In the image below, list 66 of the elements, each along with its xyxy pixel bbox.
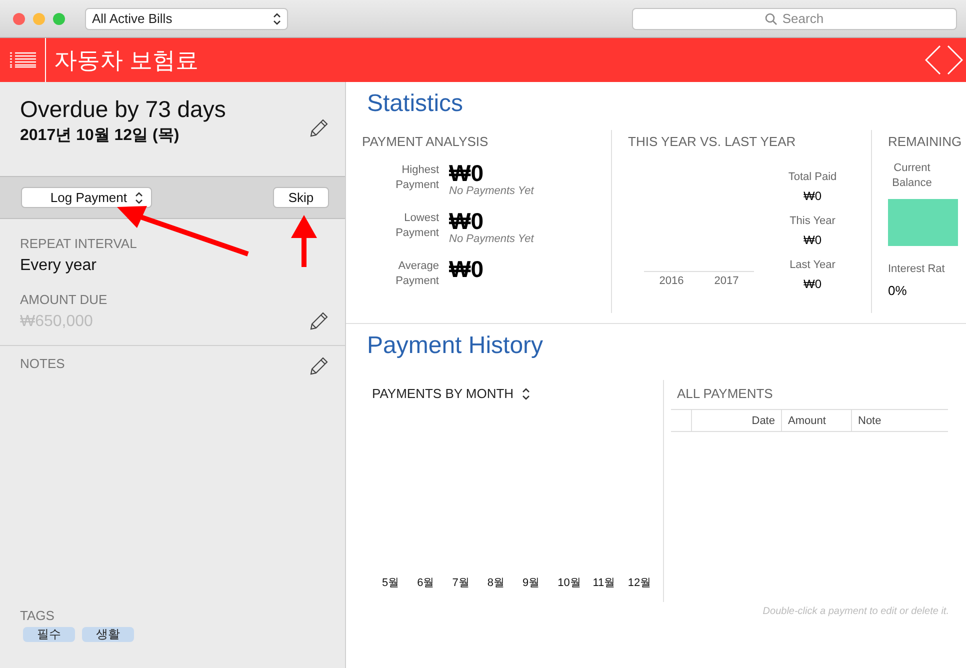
column-title: PAYMENT ANALYSIS — [362, 134, 490, 149]
tag[interactable]: 생활 — [82, 627, 134, 642]
pencil-icon[interactable] — [309, 356, 329, 376]
month-label: 8월 — [487, 576, 506, 590]
stat-label: Highest Payment — [394, 163, 439, 193]
search-field[interactable]: Search — [632, 8, 957, 30]
log-payment-dropdown[interactable]: Log Payment — [21, 187, 152, 208]
stat-value: ₩0 — [449, 257, 484, 281]
close-button[interactable] — [13, 12, 25, 24]
search-placeholder: Search — [782, 11, 824, 26]
annotation-arrow — [290, 214, 318, 267]
tag[interactable]: 필수 — [23, 627, 75, 642]
chevron-right-icon — [947, 45, 963, 75]
field-label: AMOUNT DUE — [20, 292, 108, 307]
column-title: REMAINING — [888, 134, 963, 149]
bill-title: 자동차 보험료 — [54, 46, 200, 74]
stat-value: ₩0 — [804, 277, 822, 291]
stat-value: 0% — [888, 283, 908, 298]
month-label: 11월 — [592, 576, 616, 590]
stat-label: This Year — [790, 215, 836, 227]
stat-label: Average Payment — [394, 259, 439, 289]
menu-icon — [10, 52, 36, 68]
month-label: 5월 — [382, 576, 400, 590]
updown-icon — [135, 192, 143, 204]
column-title: THIS YEAR VS. LAST YEAR — [628, 134, 797, 149]
field-label: REPEAT INTERVAL — [20, 236, 137, 251]
pencil-icon[interactable] — [309, 311, 329, 331]
stat-label: Lowest Payment — [394, 211, 439, 241]
field-label: NOTES — [20, 356, 65, 371]
field-label: TAGS — [20, 608, 56, 623]
column-header[interactable]: Amount — [781, 410, 851, 431]
year-label: 2017 — [714, 275, 739, 287]
skip-button[interactable]: Skip — [273, 187, 329, 208]
year-label: 2016 — [659, 275, 684, 287]
chart-mode-selector[interactable]: PAYMENTS BY MONTH — [372, 386, 663, 401]
updown-icon — [273, 12, 281, 24]
month-label: 6월 — [417, 576, 436, 590]
repeat-interval-value: Every year — [20, 257, 98, 275]
balance-bar — [888, 199, 958, 246]
column-title: ALL PAYMENTS — [677, 386, 774, 401]
month-label: 12월 — [628, 576, 652, 590]
stat-value: ₩0 — [804, 233, 822, 247]
updown-icon — [522, 388, 530, 400]
stat-value: ₩0 — [804, 189, 822, 203]
section-title: Payment History — [366, 331, 544, 360]
stat-label: Last Year — [790, 259, 836, 271]
stat-label: Current Balance — [891, 161, 933, 191]
month-label: 10월 — [558, 576, 582, 590]
month-label: 7월 — [452, 576, 470, 590]
column-header[interactable]: Note — [851, 410, 942, 431]
month-label: 9월 — [522, 576, 541, 590]
search-icon — [765, 12, 778, 24]
hint-text: Double-click a payment to edit or delete it. — [762, 606, 950, 617]
stat-label: Interest Rat — [888, 262, 946, 277]
overdue-status: Overdue by 73 days — [20, 96, 226, 123]
stat-value: ₩0 — [449, 209, 484, 233]
stat-note: No Payments Yet — [449, 185, 534, 197]
bill-filter-dropdown[interactable]: All Active Bills — [85, 8, 288, 30]
section-title: Statistics — [366, 89, 464, 118]
due-date: 2017년 10월 12일 (목) — [20, 126, 180, 146]
column-header[interactable]: Date — [691, 410, 781, 431]
stat-note: No Payments Yet — [449, 233, 534, 245]
stat-label: Total Paid — [788, 171, 837, 183]
stat-value: ₩0 — [449, 161, 484, 185]
pencil-icon[interactable] — [309, 118, 329, 138]
chevron-left-icon — [925, 45, 941, 75]
